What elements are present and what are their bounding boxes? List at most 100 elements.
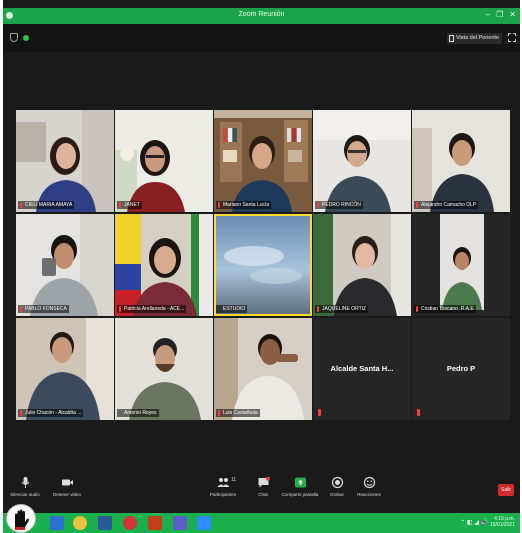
- participant-name: Patricia Arellaneda - ACE...: [124, 306, 185, 312]
- muted-mic-icon: [119, 306, 121, 312]
- reactions-label: Reacciones: [357, 492, 381, 497]
- participant-nameplate: Antonio Reyes: [117, 409, 159, 417]
- title-bar: Zoom Reunión – ❐ ✕: [3, 8, 520, 24]
- encryption-icon[interactable]: [23, 35, 29, 41]
- muted-mic-icon: [119, 202, 121, 208]
- muted-mic-icon: [317, 202, 319, 208]
- reactions-icon: [363, 476, 376, 489]
- participant-tile[interactable]: JANET: [115, 110, 213, 212]
- taskbar-clock[interactable]: 4:15 p.m. 15/01/2021: [490, 516, 515, 528]
- hand-logo-icon: [15, 509, 29, 530]
- participant-video: [16, 214, 114, 316]
- participant-name: JAQUELINE ORTIZ: [322, 306, 367, 312]
- muted-mic-icon: [317, 306, 319, 312]
- leave-meeting-button[interactable]: Salir: [498, 484, 514, 496]
- participant-name: Luis Castañeda: [223, 410, 258, 416]
- chrome-icon[interactable]: [73, 516, 87, 530]
- participant-tile[interactable]: Antonio Reyes: [115, 318, 213, 420]
- participant-video: [115, 110, 213, 212]
- participant-tile[interactable]: Patricia Arellaneda - ACE...: [115, 214, 213, 316]
- participant-tile-no-video[interactable]: Alcalde Santa H...: [313, 318, 411, 420]
- watermark-logo: [6, 504, 36, 533]
- powerpoint-icon[interactable]: [148, 516, 162, 530]
- minimize-button[interactable]: –: [486, 10, 490, 19]
- participant-tile[interactable]: CIELI MARIA AMAYA: [16, 110, 114, 212]
- muted-mic-icon: [20, 306, 22, 312]
- participant-name: Julio Chacón - Alcaldía ...: [25, 410, 82, 416]
- participant-video: [216, 216, 310, 314]
- stop-video-button[interactable]: Detener video: [45, 476, 89, 497]
- participant-nameplate: PEDRO RINCÓN: [315, 201, 363, 209]
- fullscreen-icon[interactable]: [508, 33, 516, 42]
- chat-bubble-icon: [257, 476, 270, 489]
- participant-nameplate: ESTUDIO: [216, 305, 248, 313]
- participant-video: [214, 110, 312, 212]
- window-title: Zoom Reunión: [238, 11, 285, 18]
- participant-nameplate: CIELI MARIA AMAYA: [18, 201, 75, 209]
- participant-nameplate: PABLO FONSECA: [18, 305, 69, 313]
- close-button[interactable]: ✕: [509, 10, 516, 19]
- participant-video: [16, 110, 114, 212]
- maximize-button[interactable]: ❐: [496, 10, 503, 19]
- reactions-button[interactable]: Reacciones: [347, 476, 391, 497]
- participants-button[interactable]: 11 Participantes: [201, 476, 245, 497]
- participant-nameplate: Luis Castañeda: [216, 409, 260, 417]
- participant-video: [313, 214, 411, 316]
- participant-tile[interactable]: JAQUELINE ORTIZ: [313, 214, 411, 316]
- participant-name: PEDRO RINCÓN: [322, 202, 361, 208]
- word-icon[interactable]: [98, 516, 112, 530]
- participant-tile[interactable]: PEDRO RINCÓN: [313, 110, 411, 212]
- participant-tile[interactable]: PABLO FONSECA: [16, 214, 114, 316]
- participant-name: JANET: [124, 202, 140, 208]
- participant-tile[interactable]: Julio Chacón - Alcaldía ...: [16, 318, 114, 420]
- opera-icon[interactable]: [123, 516, 137, 530]
- participant-name: Alcalde Santa H...: [330, 364, 394, 373]
- participant-video: [412, 214, 510, 316]
- participant-video: [115, 214, 213, 316]
- zoom-taskbar-icon[interactable]: [197, 516, 211, 530]
- muted-mic-icon: [416, 202, 418, 208]
- participant-tile[interactable]: Mariano Santa Lucía: [214, 110, 312, 212]
- stop-video-label: Detener video: [52, 492, 82, 497]
- muted-mic-icon: [218, 410, 220, 416]
- participants-icon: [217, 476, 230, 489]
- muted-mic-icon: [20, 410, 22, 416]
- participant-video: [412, 110, 510, 212]
- system-tray[interactable]: ⌃ ◧ ◢ 🔊: [460, 519, 488, 526]
- view-toggle-button[interactable]: Vista del Ponente: [446, 33, 502, 44]
- window-controls: – ❐ ✕: [486, 10, 516, 19]
- participant-nameplate: Patricia Arellaneda - ACE...: [117, 305, 187, 313]
- video-camera-icon: [61, 476, 74, 489]
- participants-count: 11: [231, 477, 237, 483]
- participants-label: Participantes: [209, 492, 236, 497]
- participant-name: PABLO FONSECA: [25, 306, 67, 312]
- participant-name: Antonio Reyes: [124, 410, 157, 416]
- participant-nameplate: Mariano Santa Lucía: [216, 201, 272, 209]
- participant-tile[interactable]: Alejandro Camacho DLP: [412, 110, 510, 212]
- mute-button[interactable]: Silenciar audio: [3, 476, 47, 497]
- participant-tile[interactable]: Luis Castañeda: [214, 318, 312, 420]
- mute-button-label: Silenciar audio: [10, 492, 40, 497]
- record-icon: [331, 476, 344, 489]
- shield-icon[interactable]: [10, 33, 18, 42]
- participant-name: Cristian Toscano .R.A.E: [421, 306, 474, 312]
- participant-name: Alejandro Camacho DLP: [421, 202, 477, 208]
- muted-mic-icon: [20, 202, 22, 208]
- participant-name: ESTUDIO: [223, 306, 246, 312]
- microphone-icon: [19, 476, 32, 489]
- participant-tile-no-video[interactable]: Pedro P: [412, 318, 510, 420]
- muted-mic-icon: [416, 306, 418, 312]
- participant-nameplate: Julio Chacón - Alcaldía ...: [18, 409, 84, 417]
- meeting-top-strip: Vista del Ponente: [3, 24, 520, 52]
- share-screen-icon: [294, 476, 307, 489]
- file-explorer-icon[interactable]: [50, 516, 64, 530]
- speaker-view-icon: [448, 35, 454, 42]
- meeting-controls-bar: Silenciar audio Detener video 11 Partici…: [3, 473, 520, 513]
- teams-icon[interactable]: [173, 516, 187, 530]
- participant-nameplate: Alejandro Camacho DLP: [414, 201, 479, 209]
- participant-tile[interactable]: Cristian Toscano .R.A.E: [412, 214, 510, 316]
- participant-tile-active-speaker[interactable]: ESTUDIO: [214, 214, 312, 316]
- participant-nameplate: JAQUELINE ORTIZ: [315, 305, 369, 313]
- participant-video: [115, 318, 213, 420]
- participant-name: CIELI MARIA AMAYA: [25, 202, 73, 208]
